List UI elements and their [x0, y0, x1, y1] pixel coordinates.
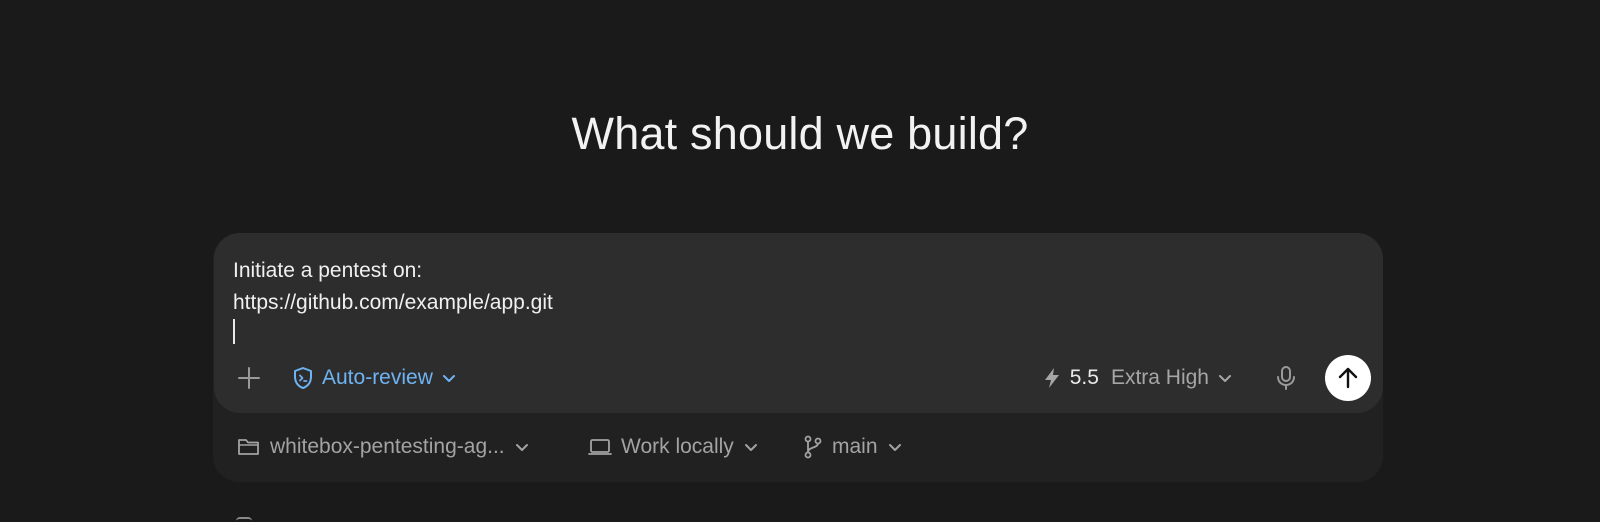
prompt-input-text[interactable]: Initiate a pentest on: https://github.co…: [233, 255, 553, 319]
context-bar: whitebox-pentesting-ag... Work locally m…: [213, 413, 1383, 482]
voice-input-button[interactable]: [1269, 361, 1303, 395]
add-attachment-button[interactable]: [232, 361, 266, 395]
laptop-icon: [588, 439, 612, 455]
model-selector-dropdown[interactable]: 5.5 Extra High: [1042, 361, 1233, 395]
branch-label: main: [832, 435, 878, 458]
microphone-icon: [1277, 366, 1295, 390]
shield-terminal-icon: [294, 367, 312, 389]
model-version: 5.5: [1069, 366, 1099, 389]
arrow-up-icon: [1338, 367, 1358, 389]
model-effort: Extra High: [1110, 366, 1209, 389]
text-caret: [233, 319, 235, 344]
project-selector-dropdown[interactable]: whitebox-pentesting-ag...: [237, 430, 530, 464]
chevron-down-icon: [442, 375, 455, 382]
git-branch-icon: [804, 435, 822, 459]
prompt-composer[interactable]: Initiate a pentest on: https://github.co…: [214, 233, 1383, 413]
send-button[interactable]: [1325, 355, 1371, 401]
branch-selector-dropdown[interactable]: main: [803, 430, 903, 464]
chevron-down-icon: [515, 444, 528, 451]
cut-off-suggestion-icon: [236, 517, 252, 522]
chevron-down-icon: [744, 444, 757, 451]
auto-review-label: Auto-review: [322, 366, 433, 389]
environment-label: Work locally: [621, 435, 734, 458]
page-title: What should we build?: [571, 108, 1029, 159]
folder-icon: [238, 439, 259, 455]
new-task-page: What should we build? Initiate a pentest…: [0, 0, 1600, 522]
plus-icon: [238, 367, 260, 389]
lightning-icon: [1044, 368, 1059, 388]
auto-review-dropdown[interactable]: Auto-review: [292, 361, 457, 395]
environment-selector-dropdown[interactable]: Work locally: [588, 430, 759, 464]
project-label: whitebox-pentesting-ag...: [270, 435, 505, 458]
chevron-down-icon: [888, 444, 901, 451]
composer-toolbar: Auto-review 5.5 Extra High: [214, 355, 1383, 401]
chevron-down-icon: [1219, 375, 1231, 382]
